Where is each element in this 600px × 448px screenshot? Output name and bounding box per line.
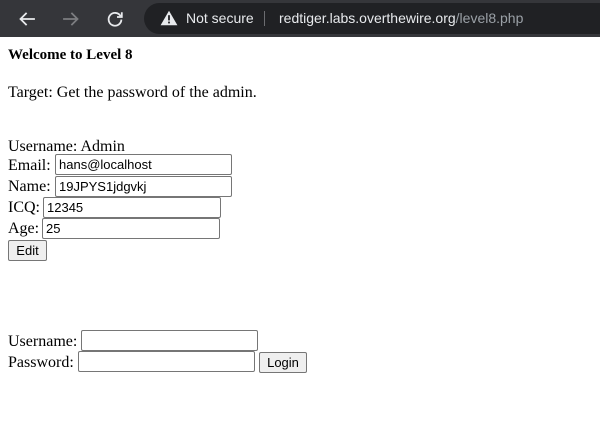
target-text: Target: Get the password of the admin.	[8, 84, 257, 101]
login-password-input[interactable]	[78, 351, 255, 372]
forward-button[interactable]	[51, 0, 91, 37]
name-label: Name:	[8, 178, 51, 195]
profile-username-value: Admin	[80, 138, 125, 155]
url-path: /level8.php	[455, 10, 524, 26]
email-label: Email:	[8, 157, 51, 174]
icq-label: ICQ:	[8, 199, 40, 216]
reload-button[interactable]	[95, 0, 135, 37]
age-label: Age:	[8, 220, 40, 237]
address-bar[interactable]: Not secure redtiger.labs.overthewire.org…	[144, 3, 600, 34]
login-username-input[interactable]	[81, 330, 258, 351]
login-username-label: Username:	[8, 333, 78, 350]
arrow-left-icon	[19, 11, 35, 26]
omnibox-divider	[264, 11, 265, 26]
back-button[interactable]	[7, 0, 47, 37]
page-heading: Welcome to Level 8	[8, 47, 133, 63]
edit-button[interactable]: Edit	[8, 240, 47, 261]
name-field[interactable]	[55, 176, 232, 197]
security-status-label[interactable]: Not secure	[186, 3, 254, 34]
icq-field[interactable]	[43, 197, 221, 218]
arrow-right-icon	[63, 11, 79, 26]
age-field[interactable]	[42, 218, 220, 239]
profile-username-label: Username:	[8, 138, 78, 155]
login-button[interactable]: Login	[259, 352, 307, 373]
warning-triangle-icon[interactable]	[160, 10, 178, 26]
page-content: Welcome to Level 8 Target: Get the passw…	[0, 37, 600, 448]
url-text[interactable]: redtiger.labs.overthewire.org/level8.php	[279, 3, 523, 34]
url-host: redtiger.labs.overthewire.org	[279, 10, 456, 26]
reload-icon	[107, 11, 123, 27]
browser-toolbar: Not secure redtiger.labs.overthewire.org…	[0, 0, 600, 37]
login-password-label: Password:	[8, 354, 74, 371]
email-field[interactable]	[55, 154, 232, 175]
